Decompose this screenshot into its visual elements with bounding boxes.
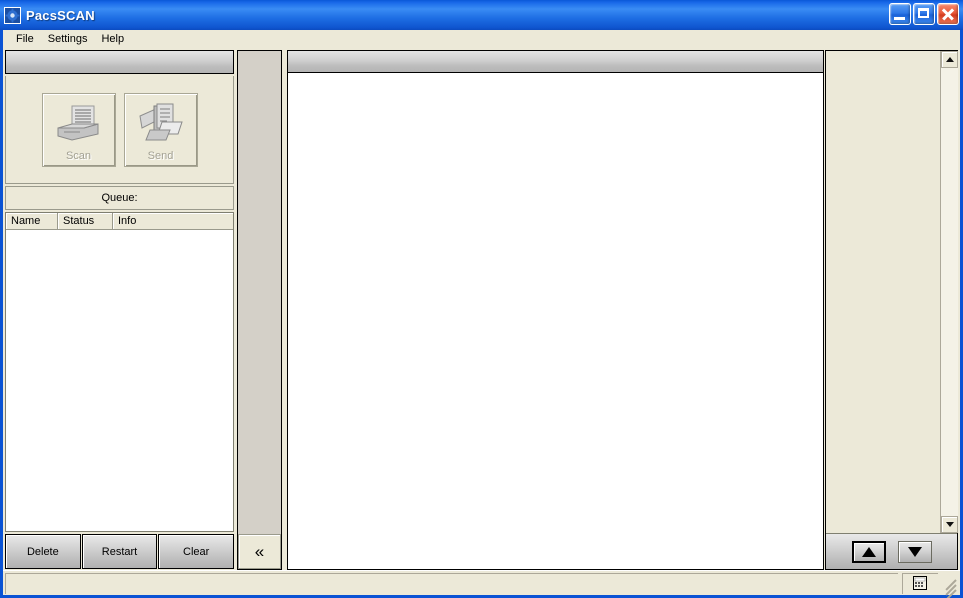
minimize-button[interactable] (889, 3, 911, 25)
double-chevron-left-icon: « (254, 541, 265, 561)
menu-bar: File Settings Help (3, 30, 960, 48)
menu-item-settings[interactable]: Settings (41, 32, 95, 46)
scroll-down-button[interactable] (941, 516, 958, 533)
center-panel-header (288, 51, 823, 73)
center-panel (287, 50, 824, 570)
column-header-status[interactable]: Status (58, 213, 113, 229)
client-area: Scan Send Queue: Name Status Info Delete… (3, 48, 960, 595)
scroll-down-arrow-icon (945, 522, 954, 527)
application-window: PacsSCAN File Settings Help Scan Send Qu… (0, 0, 963, 598)
scroll-up-button[interactable] (941, 51, 958, 68)
queue-list-header: Name Status Info (6, 213, 233, 230)
resize-grip-icon[interactable] (940, 573, 958, 598)
grid-icon (913, 576, 927, 590)
title-bar: PacsSCAN (0, 0, 963, 30)
menu-item-help[interactable]: Help (94, 32, 131, 46)
right-panel (825, 50, 958, 570)
status-message (5, 573, 898, 594)
scanner-icon (43, 94, 115, 150)
minimize-icon (894, 17, 905, 20)
app-icon (4, 6, 21, 24)
arrow-up-icon (861, 546, 876, 557)
send-documents-icon (125, 94, 197, 150)
scan-button-label: Scan (65, 149, 92, 162)
splitter-bar[interactable]: « (237, 50, 282, 570)
queue-label: Queue: (5, 186, 234, 210)
send-button-label: Send (147, 149, 174, 162)
scan-button[interactable]: Scan (41, 92, 116, 167)
queue-list-body[interactable] (6, 230, 233, 530)
page-navigation (826, 533, 957, 569)
queue-list[interactable]: Name Status Info (5, 212, 234, 532)
document-preview-area[interactable] (288, 73, 823, 569)
maximize-icon (918, 8, 929, 18)
send-button[interactable]: Send (123, 92, 198, 167)
column-header-info[interactable]: Info (113, 213, 233, 229)
left-panel: Scan Send Queue: Name Status Info Delete… (5, 50, 235, 570)
page-up-button[interactable] (851, 540, 886, 563)
queue-action-buttons: Delete Restart Clear (5, 534, 235, 569)
maximize-button[interactable] (913, 3, 935, 25)
window-controls (889, 3, 959, 25)
scrollbar-track[interactable] (941, 68, 958, 516)
status-icon-pane (902, 573, 938, 594)
close-button[interactable] (937, 3, 959, 25)
scan-toolbar: Scan Send (5, 76, 234, 184)
arrow-down-icon (907, 546, 922, 557)
page-down-button[interactable] (897, 540, 932, 563)
restart-button[interactable]: Restart (81, 534, 158, 569)
vertical-scrollbar[interactable] (940, 51, 958, 533)
status-bar (3, 570, 960, 598)
window-title: PacsSCAN (26, 7, 95, 23)
thumbnail-area[interactable] (826, 51, 958, 533)
delete-button[interactable]: Delete (5, 534, 81, 569)
left-panel-header (5, 50, 234, 74)
collapse-panel-button[interactable]: « (238, 534, 281, 569)
column-header-name[interactable]: Name (6, 213, 58, 229)
clear-button[interactable]: Clear (158, 534, 235, 569)
menu-item-file[interactable]: File (9, 32, 41, 46)
scroll-up-arrow-icon (945, 57, 954, 62)
